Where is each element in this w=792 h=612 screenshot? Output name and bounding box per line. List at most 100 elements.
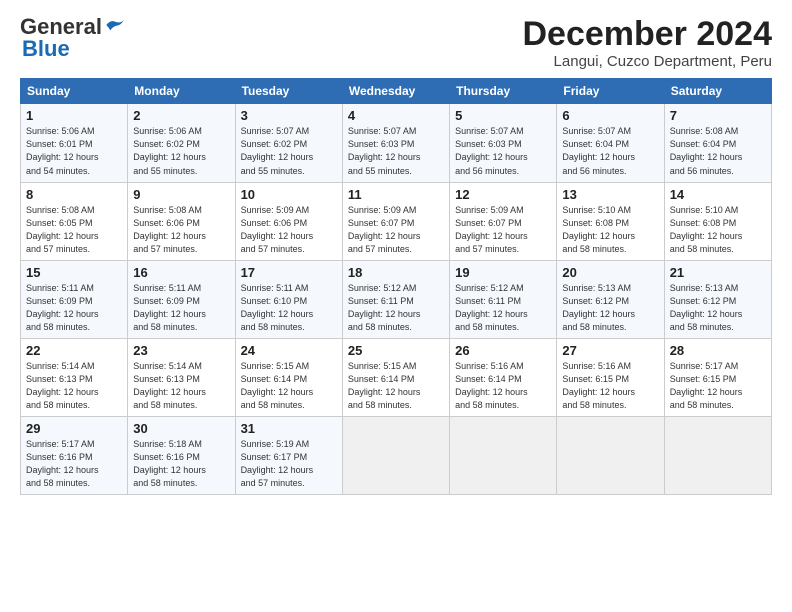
day-number: 17 xyxy=(241,265,337,280)
day-number: 29 xyxy=(26,421,122,436)
page: General Blue December 2024 Langui, Cuzco… xyxy=(0,0,792,612)
day-info: Sunrise: 5:11 AMSunset: 6:09 PMDaylight:… xyxy=(133,282,229,334)
title-block: December 2024 Langui, Cuzco Department, … xyxy=(522,16,772,70)
day-info: Sunrise: 5:17 AMSunset: 6:15 PMDaylight:… xyxy=(670,360,766,412)
day-number: 30 xyxy=(133,421,229,436)
day-info: Sunrise: 5:11 AMSunset: 6:09 PMDaylight:… xyxy=(26,282,122,334)
day-number: 31 xyxy=(241,421,337,436)
day-number: 19 xyxy=(455,265,551,280)
calendar-cell: 31 Sunrise: 5:19 AMSunset: 6:17 PMDayligh… xyxy=(235,417,342,495)
day-info: Sunrise: 5:14 AMSunset: 6:13 PMDaylight:… xyxy=(26,360,122,412)
day-number: 18 xyxy=(348,265,444,280)
day-info: Sunrise: 5:10 AMSunset: 6:08 PMDaylight:… xyxy=(562,204,658,256)
calendar-cell: 25 Sunrise: 5:15 AMSunset: 6:14 PMDayligh… xyxy=(342,338,449,416)
day-info: Sunrise: 5:19 AMSunset: 6:17 PMDaylight:… xyxy=(241,438,337,490)
calendar-cell: 2Sunrise: 5:06 AMSunset: 6:02 PMDaylight… xyxy=(128,104,235,182)
day-info: Sunrise: 5:07 AMSunset: 6:04 PMDaylight:… xyxy=(562,125,658,177)
calendar-week-5: 29 Sunrise: 5:17 AMSunset: 6:16 PMDayligh… xyxy=(21,417,772,495)
logo: General Blue xyxy=(20,16,125,60)
day-info: Sunrise: 5:08 AMSunset: 6:05 PMDaylight:… xyxy=(26,204,122,256)
calendar-cell: 23 Sunrise: 5:14 AMSunset: 6:13 PMDayligh… xyxy=(128,338,235,416)
day-number: 23 xyxy=(133,343,229,358)
day-info: Sunrise: 5:08 AMSunset: 6:04 PMDaylight:… xyxy=(670,125,766,177)
logo-general: General xyxy=(20,16,102,38)
day-number: 15 xyxy=(26,265,122,280)
calendar-week-1: 1Sunrise: 5:06 AMSunset: 6:01 PMDaylight… xyxy=(21,104,772,182)
day-info: Sunrise: 5:07 AMSunset: 6:03 PMDaylight:… xyxy=(455,125,551,177)
day-number: 4 xyxy=(348,108,444,123)
weekday-header-row: SundayMondayTuesdayWednesdayThursdayFrid… xyxy=(21,79,772,104)
calendar-cell: 3 Sunrise: 5:07 AMSunset: 6:02 PMDaylight… xyxy=(235,104,342,182)
calendar-week-2: 8Sunrise: 5:08 AMSunset: 6:05 PMDaylight… xyxy=(21,182,772,260)
day-info: Sunrise: 5:09 AMSunset: 6:07 PMDaylight:… xyxy=(348,204,444,256)
calendar-subtitle: Langui, Cuzco Department, Peru xyxy=(522,53,772,70)
day-number: 14 xyxy=(670,187,766,202)
calendar-cell: 1Sunrise: 5:06 AMSunset: 6:01 PMDaylight… xyxy=(21,104,128,182)
day-info: Sunrise: 5:18 AMSunset: 6:16 PMDaylight:… xyxy=(133,438,229,490)
weekday-header-friday: Friday xyxy=(557,79,664,104)
day-info: Sunrise: 5:13 AMSunset: 6:12 PMDaylight:… xyxy=(562,282,658,334)
calendar-cell xyxy=(557,417,664,495)
calendar-cell: 17 Sunrise: 5:11 AMSunset: 6:10 PMDayligh… xyxy=(235,260,342,338)
logo-blue: Blue xyxy=(22,38,70,60)
weekday-header-saturday: Saturday xyxy=(664,79,771,104)
day-info: Sunrise: 5:07 AMSunset: 6:03 PMDaylight:… xyxy=(348,125,444,177)
calendar-cell: 12 Sunrise: 5:09 AMSunset: 6:07 PMDayligh… xyxy=(450,182,557,260)
day-info: Sunrise: 5:14 AMSunset: 6:13 PMDaylight:… xyxy=(133,360,229,412)
calendar-cell xyxy=(450,417,557,495)
day-info: Sunrise: 5:16 AMSunset: 6:15 PMDaylight:… xyxy=(562,360,658,412)
calendar-cell: 27Sunrise: 5:16 AMSunset: 6:15 PMDayligh… xyxy=(557,338,664,416)
weekday-header-sunday: Sunday xyxy=(21,79,128,104)
day-number: 16 xyxy=(133,265,229,280)
day-info: Sunrise: 5:13 AMSunset: 6:12 PMDaylight:… xyxy=(670,282,766,334)
day-info: Sunrise: 5:17 AMSunset: 6:16 PMDaylight:… xyxy=(26,438,122,490)
calendar-title: December 2024 xyxy=(522,16,772,53)
day-number: 3 xyxy=(241,108,337,123)
day-info: Sunrise: 5:15 AMSunset: 6:14 PMDaylight:… xyxy=(348,360,444,412)
day-info: Sunrise: 5:11 AMSunset: 6:10 PMDaylight:… xyxy=(241,282,337,334)
logo-bird-icon xyxy=(105,18,125,32)
day-info: Sunrise: 5:06 AMSunset: 6:01 PMDaylight:… xyxy=(26,125,122,177)
day-info: Sunrise: 5:15 AMSunset: 6:14 PMDaylight:… xyxy=(241,360,337,412)
calendar-cell: 21 Sunrise: 5:13 AMSunset: 6:12 PMDayligh… xyxy=(664,260,771,338)
day-info: Sunrise: 5:09 AMSunset: 6:07 PMDaylight:… xyxy=(455,204,551,256)
calendar-cell: 30 Sunrise: 5:18 AMSunset: 6:16 PMDayligh… xyxy=(128,417,235,495)
calendar-cell: 15 Sunrise: 5:11 AMSunset: 6:09 PMDayligh… xyxy=(21,260,128,338)
calendar-cell: 10Sunrise: 5:09 AMSunset: 6:06 PMDayligh… xyxy=(235,182,342,260)
day-number: 21 xyxy=(670,265,766,280)
day-info: Sunrise: 5:12 AMSunset: 6:11 PMDaylight:… xyxy=(455,282,551,334)
day-info: Sunrise: 5:08 AMSunset: 6:06 PMDaylight:… xyxy=(133,204,229,256)
day-info: Sunrise: 5:12 AMSunset: 6:11 PMDaylight:… xyxy=(348,282,444,334)
calendar-cell: 13 Sunrise: 5:10 AMSunset: 6:08 PMDayligh… xyxy=(557,182,664,260)
calendar-cell: 7Sunrise: 5:08 AMSunset: 6:04 PMDaylight… xyxy=(664,104,771,182)
weekday-header-wednesday: Wednesday xyxy=(342,79,449,104)
day-info: Sunrise: 5:10 AMSunset: 6:08 PMDaylight:… xyxy=(670,204,766,256)
calendar-cell xyxy=(664,417,771,495)
day-number: 20 xyxy=(562,265,658,280)
day-number: 28 xyxy=(670,343,766,358)
weekday-header-tuesday: Tuesday xyxy=(235,79,342,104)
day-number: 13 xyxy=(562,187,658,202)
calendar-cell: 11Sunrise: 5:09 AMSunset: 6:07 PMDayligh… xyxy=(342,182,449,260)
day-number: 25 xyxy=(348,343,444,358)
day-info: Sunrise: 5:09 AMSunset: 6:06 PMDaylight:… xyxy=(241,204,337,256)
calendar-cell: 18 Sunrise: 5:12 AMSunset: 6:11 PMDayligh… xyxy=(342,260,449,338)
calendar-week-4: 22Sunrise: 5:14 AMSunset: 6:13 PMDayligh… xyxy=(21,338,772,416)
calendar-cell: 24Sunrise: 5:15 AMSunset: 6:14 PMDayligh… xyxy=(235,338,342,416)
calendar-cell: 16 Sunrise: 5:11 AMSunset: 6:09 PMDayligh… xyxy=(128,260,235,338)
weekday-header-thursday: Thursday xyxy=(450,79,557,104)
day-info: Sunrise: 5:06 AMSunset: 6:02 PMDaylight:… xyxy=(133,125,229,177)
header: General Blue December 2024 Langui, Cuzco… xyxy=(20,16,772,70)
calendar-cell: 5 Sunrise: 5:07 AMSunset: 6:03 PMDaylight… xyxy=(450,104,557,182)
day-info: Sunrise: 5:07 AMSunset: 6:02 PMDaylight:… xyxy=(241,125,337,177)
day-number: 9 xyxy=(133,187,229,202)
day-number: 12 xyxy=(455,187,551,202)
day-info: Sunrise: 5:16 AMSunset: 6:14 PMDaylight:… xyxy=(455,360,551,412)
calendar-cell: 8Sunrise: 5:08 AMSunset: 6:05 PMDaylight… xyxy=(21,182,128,260)
day-number: 5 xyxy=(455,108,551,123)
calendar-cell xyxy=(342,417,449,495)
calendar-table: SundayMondayTuesdayWednesdayThursdayFrid… xyxy=(20,78,772,495)
day-number: 6 xyxy=(562,108,658,123)
calendar-cell: 19 Sunrise: 5:12 AMSunset: 6:11 PMDayligh… xyxy=(450,260,557,338)
calendar-cell: 26Sunrise: 5:16 AMSunset: 6:14 PMDayligh… xyxy=(450,338,557,416)
